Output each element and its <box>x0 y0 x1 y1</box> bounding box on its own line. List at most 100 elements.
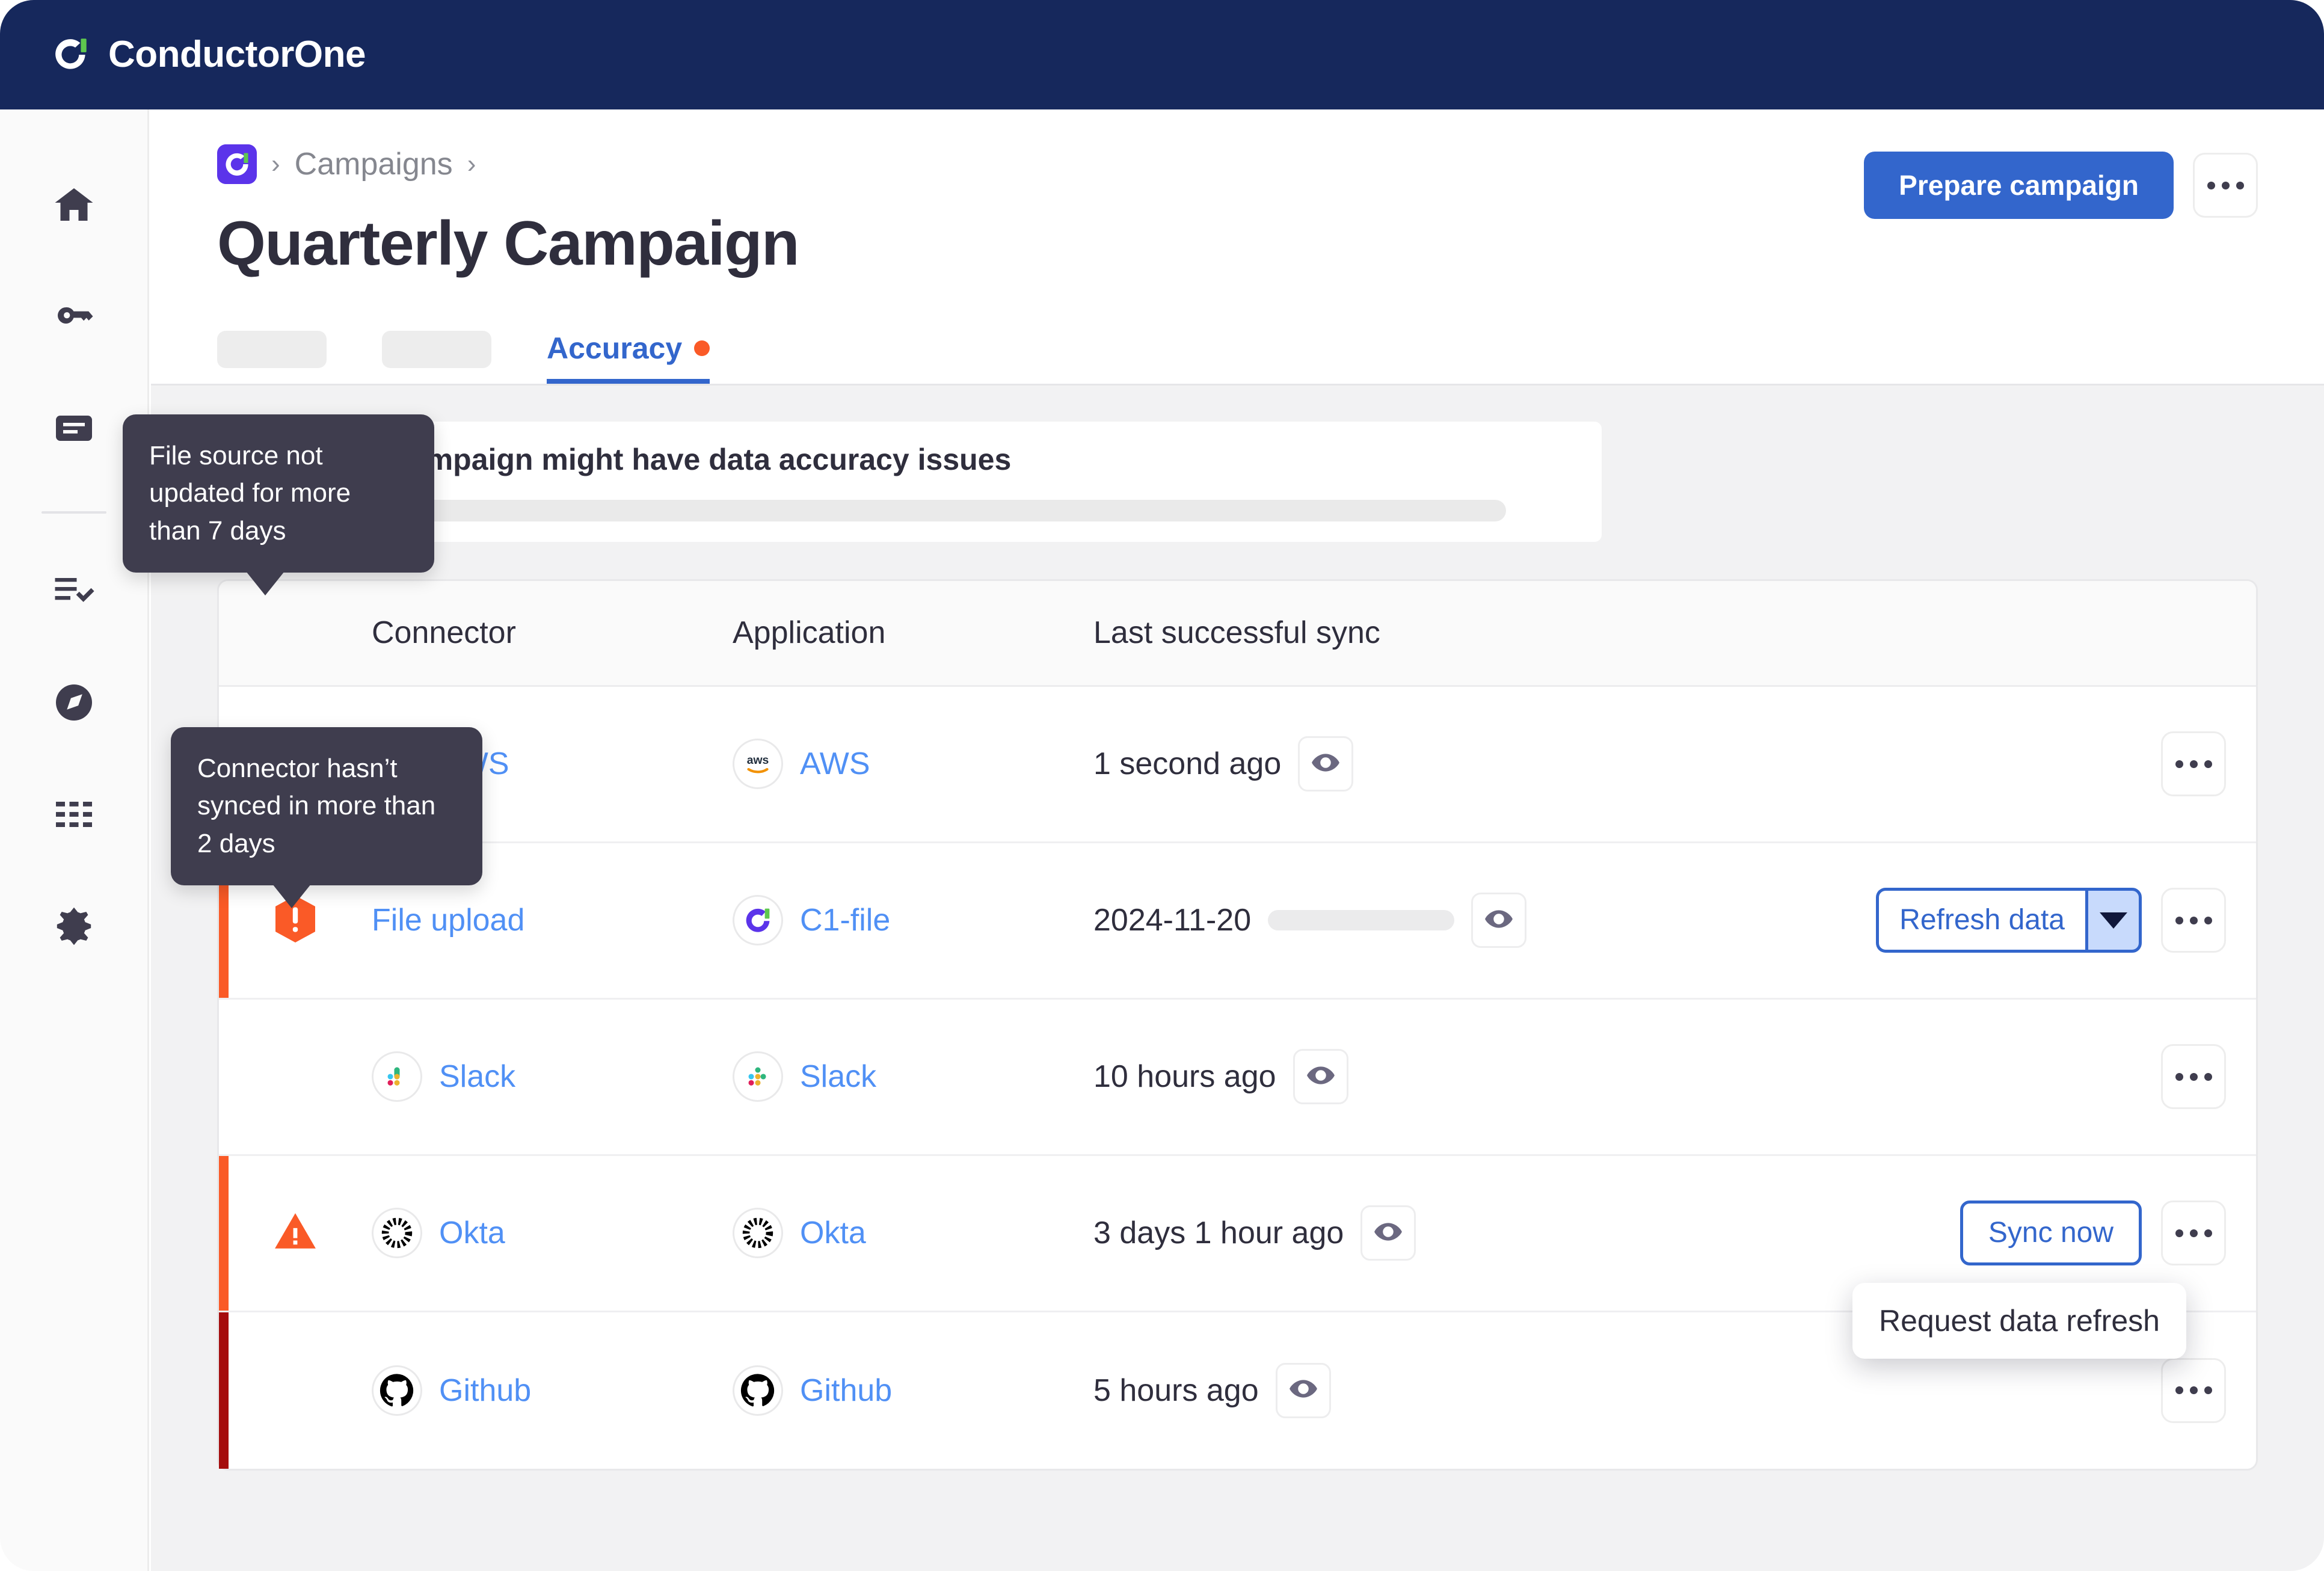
sidebar-item-home[interactable] <box>35 167 112 244</box>
conductorone-logo-icon <box>53 35 93 75</box>
row-overflow-button[interactable] <box>2161 1201 2226 1266</box>
brand[interactable]: ConductorOne <box>53 35 366 75</box>
refresh-data-dropdown-toggle[interactable] <box>2085 888 2142 953</box>
row-connector-label[interactable]: File upload <box>372 902 524 938</box>
eye-icon <box>1288 1374 1318 1407</box>
row-application-cell: Slack <box>733 1051 1093 1102</box>
alert-title: Your campaign might have data accuracy i… <box>318 442 1012 476</box>
table-header-last-sync: Last successful sync <box>1093 615 1380 651</box>
prepare-campaign-button[interactable]: Prepare campaign <box>1864 152 2174 219</box>
row-last-sync-cell: 1 second ago <box>1093 736 1803 792</box>
sidebar-item-tasks[interactable] <box>35 553 112 630</box>
slack-icon <box>372 1051 422 1102</box>
sidebar <box>0 109 149 1571</box>
view-sync-details-button[interactable] <box>1360 1205 1416 1261</box>
table-header-application: Application <box>733 615 886 651</box>
row-connector-cell: Github <box>372 1365 733 1416</box>
sidebar-item-apps[interactable] <box>35 777 112 854</box>
sidebar-item-requests[interactable] <box>35 391 112 468</box>
row-actions-cell <box>1803 1044 2256 1110</box>
row-status-bar <box>219 1312 229 1469</box>
row-actions-cell: Refresh data <box>1803 888 2256 953</box>
github-icon <box>733 1365 783 1416</box>
ellipsis-icon <box>2175 1386 2212 1395</box>
table-row[interactable]: aws AWS aws AWS 1 second ago <box>219 687 2256 843</box>
breadcrumb-separator-1: › <box>271 149 280 179</box>
row-application-cell: aws AWS <box>733 739 1093 790</box>
main-area: › Campaigns › Quarterly Campaign Prepare… <box>123 109 2324 1571</box>
menu-item-request-data-refresh[interactable]: Request data refresh <box>1879 1303 2160 1338</box>
row-last-sync-cell: 3 days 1 hour ago <box>1093 1205 1803 1261</box>
row-connector-label[interactable]: Github <box>439 1373 531 1409</box>
sidebar-item-explore[interactable] <box>35 665 112 742</box>
tab-redacted-1[interactable] <box>217 330 327 368</box>
breadcrumb-campaigns[interactable]: Campaigns <box>295 146 453 182</box>
row-application-cell: Github <box>733 1365 1093 1416</box>
breadcrumb-separator-2: › <box>467 149 476 179</box>
row-last-sync-value: 2024-11-20 <box>1093 903 1252 938</box>
tooltip-file-source: File source not updated for more than 7 … <box>123 414 434 595</box>
key-icon <box>52 295 96 341</box>
table-header-row: Connector Application Last successful sy… <box>219 580 2256 687</box>
refresh-data-button[interactable]: Refresh data <box>1876 888 2085 953</box>
tooltip-tail <box>246 571 284 595</box>
table-row[interactable]: File upload C1-file 2024-11-20 Refresh d… <box>219 843 2256 1000</box>
row-application-label[interactable]: Okta <box>800 1215 866 1251</box>
view-sync-details-button[interactable] <box>1275 1362 1331 1418</box>
view-sync-details-button[interactable] <box>1471 893 1527 948</box>
row-application-label[interactable]: AWS <box>800 746 870 782</box>
row-last-sync-cell: 2024-11-20 <box>1093 893 1803 948</box>
row-application-label[interactable]: C1-file <box>800 902 890 938</box>
alert-body-redacted <box>318 499 1506 521</box>
ellipsis-icon <box>2207 181 2244 189</box>
chevron-down-icon <box>2100 912 2127 929</box>
tab-accuracy[interactable]: Accuracy <box>547 331 710 384</box>
row-application-label[interactable]: Slack <box>800 1059 876 1095</box>
c1-logo-icon <box>733 895 783 946</box>
row-actions-cell <box>1803 731 2256 797</box>
checklist-icon <box>52 569 96 615</box>
row-connector-label[interactable]: Slack <box>439 1059 515 1095</box>
view-sync-details-button[interactable] <box>1293 1049 1348 1105</box>
row-status-bar <box>219 1155 229 1311</box>
gear-icon <box>52 905 96 951</box>
c1-logo-icon[interactable] <box>217 144 257 184</box>
row-overflow-button[interactable] <box>2161 1044 2226 1110</box>
row-connector-cell: File upload <box>372 902 733 938</box>
refresh-data-split-button[interactable]: Refresh data <box>1876 888 2142 953</box>
sidebar-item-access[interactable] <box>35 279 112 356</box>
row-actions-cell: Sync now <box>1803 1201 2256 1266</box>
content-area: Your campaign might have data accuracy i… <box>123 383 2324 1571</box>
okta-icon <box>733 1208 783 1259</box>
sidebar-item-settings[interactable] <box>35 889 112 966</box>
row-overflow-button[interactable] <box>2161 731 2226 797</box>
row-connector-label[interactable]: Okta <box>439 1215 505 1251</box>
warning-triangle-icon <box>273 1210 318 1257</box>
ellipsis-icon <box>2175 1072 2212 1081</box>
row-last-sync-value: 5 hours ago <box>1093 1373 1259 1408</box>
ellipsis-icon <box>2175 916 2212 924</box>
row-overflow-button[interactable] <box>2161 1357 2226 1423</box>
tooltip-file-source-text: File source not updated for more than 7 … <box>149 440 351 546</box>
tab-bar: Accuracy <box>151 319 2324 384</box>
slack-icon <box>733 1051 783 1102</box>
page-header: › Campaigns › Quarterly Campaign Prepare… <box>151 109 2324 280</box>
refresh-data-menu[interactable]: Request data refresh <box>1852 1282 2186 1359</box>
row-connector-cell: Okta <box>372 1208 733 1259</box>
row-connector-cell: Slack <box>372 1051 733 1102</box>
row-last-sync-cell: 10 hours ago <box>1093 1049 1803 1105</box>
tab-redacted-2[interactable] <box>382 330 491 368</box>
eye-icon <box>1484 904 1514 937</box>
app-window: ConductorOne › Campaigns › Quarterly Cam… <box>0 0 2324 1571</box>
row-application-label[interactable]: Github <box>800 1373 892 1409</box>
sync-now-button[interactable]: Sync now <box>1960 1201 2142 1266</box>
table-row[interactable]: Slack Slack 10 hours ago <box>219 1000 2256 1156</box>
row-last-sync-cell: 5 hours ago <box>1093 1362 1803 1418</box>
ellipsis-icon <box>2175 1229 2212 1237</box>
page-overflow-button[interactable] <box>2193 153 2258 218</box>
header-actions: Prepare campaign <box>1864 152 2258 219</box>
row-overflow-button[interactable] <box>2161 888 2226 953</box>
view-sync-details-button[interactable] <box>1298 736 1354 792</box>
row-actions-cell <box>1803 1357 2256 1423</box>
eye-icon <box>1311 748 1341 781</box>
